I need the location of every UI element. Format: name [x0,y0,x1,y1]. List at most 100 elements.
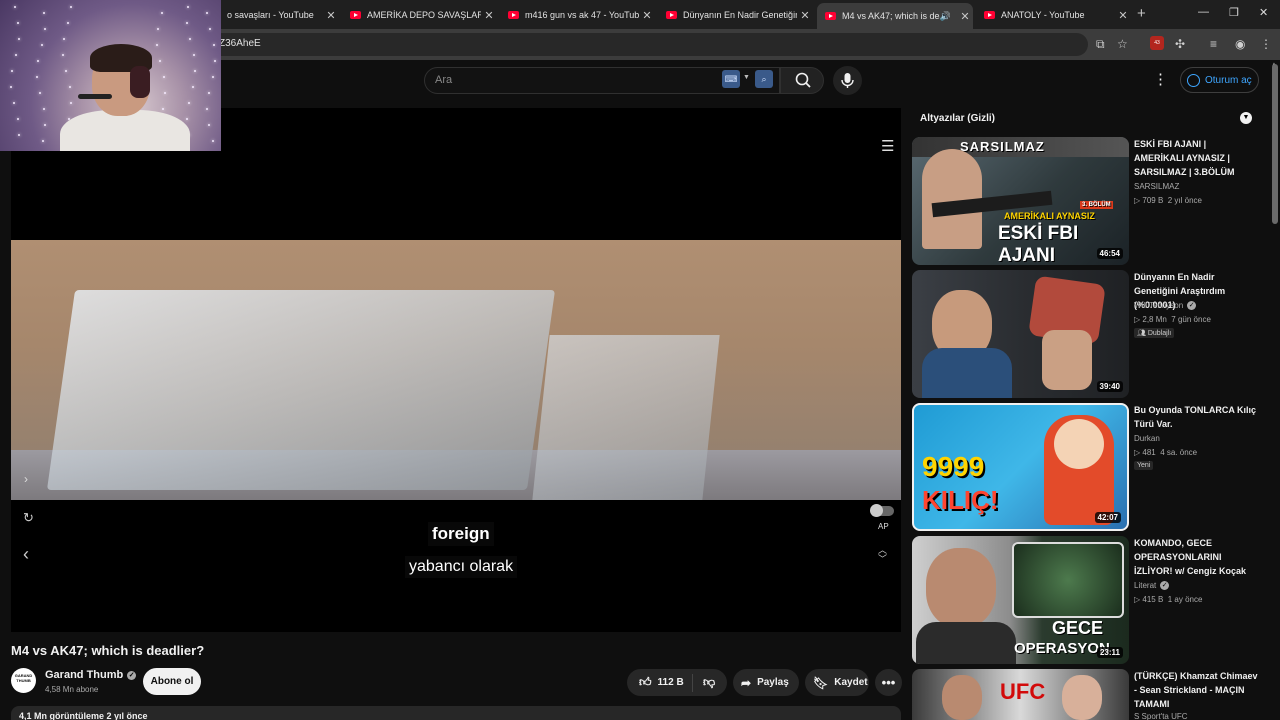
video-player[interactable]: ☰ › ↻ ‹ foreign yabancı olarak AP ︿ ﹀ [11,108,901,632]
autoplay-toggle[interactable] [870,504,894,517]
recommendation-title[interactable]: (TÜRKÇE) Khamzat Chimaev - Sean Strickla… [1134,669,1258,711]
extension-badge-icon[interactable]: 43 [1150,36,1164,50]
fairy-light [192,54,195,56]
replay-icon[interactable]: ↻ [23,510,34,526]
search-button[interactable] [780,67,824,94]
fairy-light [156,44,159,46]
recommendation-item[interactable]: GECE OPERASYON 23:11 KOMANDO, GECE OPERA… [912,536,1258,664]
more-horizontal-icon: ••• [881,675,896,690]
microphone-boom [78,94,112,99]
profile-icon[interactable]: ◉ [1235,37,1245,51]
close-icon[interactable]: ✕ [957,10,973,23]
image-search-icon[interactable]: ⌕ [755,70,773,88]
fairy-light [162,76,165,78]
recommendation-title[interactable]: Bu Oyunda TONLARCA Kılıç Türü Var. [1134,403,1258,431]
fairy-light [193,70,196,72]
dubbed-icon: 👥︎ [1137,330,1148,337]
video-thumbnail[interactable]: 9999 KILIÇ! 42:07 [912,403,1129,531]
webcam-overlay [0,0,221,151]
chevron-down-icon[interactable]: ▼ [1240,112,1252,124]
chevron-down-icon[interactable]: ▼ [743,74,750,81]
expand-updown-icon[interactable]: ︿ ﹀ [878,546,887,564]
fairy-light [62,38,65,40]
settings-menu-icon[interactable]: ⋮ [1153,70,1168,88]
voice-search-button[interactable] [833,66,862,95]
new-tab-icon[interactable]: + [1137,5,1146,22]
thumbs-down-icon: 👎︎ [703,675,716,689]
share-icon: ➦ [741,675,752,690]
save-button[interactable]: 🔖︎ Kaydet [805,669,869,696]
like-button[interactable]: 👍︎ 112 B [627,673,693,692]
video-thumbnail[interactable]: UFC [912,669,1129,720]
fairy-light [207,92,210,94]
fairy-light [14,54,17,56]
browser-tab[interactable]: o savaşları - YouTube ✕ [219,3,339,27]
extensions-puzzle-icon[interactable]: ✣ [1175,37,1185,51]
video-thumbnail[interactable]: SARSILMAZ 3. BÖLÜM AMERİKALI AYNASIZ ESK… [912,137,1129,265]
minimize-icon[interactable]: — [1198,6,1209,18]
recommendation-channel[interactable]: Durkan [1134,434,1160,443]
channel-avatar[interactable]: GARAND THUMB [11,668,36,693]
subscribe-button[interactable]: Abone ol [143,668,201,695]
dislike-button[interactable]: 👎︎ [693,675,715,690]
recommendation-item[interactable]: 9999 KILIÇ! 42:07 Bu Oyunda TONLARCA Kıl… [912,403,1258,531]
fairy-light [69,102,72,104]
thumb-text-top: SARSILMAZ [960,139,1045,154]
page-scrollbar[interactable] [1272,64,1278,224]
speaker-icon[interactable]: 🔊 [940,11,951,22]
url-text[interactable]: Z36AheE [219,38,261,49]
media-controls-icon[interactable]: ≡ [1210,37,1217,51]
close-window-icon[interactable]: ✕ [1259,6,1268,19]
fairy-light [64,70,67,72]
keyboard-icon[interactable]: ⌨ [722,70,740,88]
description-box[interactable]: 4,1 Mn görüntüleme 2 yıl önce [11,706,901,720]
recommendation-item[interactable]: SARSILMAZ 3. BÖLÜM AMERİKALI AYNASIZ ESK… [912,137,1258,265]
video-frame[interactable] [11,240,901,500]
fairy-light [186,22,189,24]
video-thumbnail[interactable]: GECE OPERASYON 23:11 [912,536,1129,664]
fairy-light [160,12,163,14]
recommendation-channel[interactable]: Will Tennyson ✓ [1134,301,1197,311]
browser-menu-icon[interactable]: ⋮ [1260,37,1272,51]
close-icon[interactable]: ✕ [639,9,655,22]
more-actions-button[interactable]: ••• [875,669,902,696]
channel-name-text[interactable]: Will Tennyson [1134,301,1183,310]
bookmark-star-icon[interactable]: ☆ [1117,37,1128,51]
gel-block-back [532,335,720,500]
chevron-left-icon[interactable]: ‹ [23,544,29,565]
chevron-right-icon[interactable]: › [24,472,28,486]
browser-tab[interactable]: Dünyanın En Nadir Genetiğini A ✕ [658,3,813,27]
browser-tab[interactable]: m416 gun vs ak 47 - YouTube ✕ [500,3,655,27]
restore-icon[interactable]: ❐ [1229,6,1239,19]
recommendation-item[interactable]: UFC (TÜRKÇE) Khamzat Chimaev - Sean Stri… [912,669,1258,720]
tab-title: Dünyanın En Nadir Genetiğini A [683,10,797,20]
video-thumbnail[interactable]: 39:40 [912,270,1129,398]
close-icon[interactable]: ✕ [323,9,339,22]
close-icon[interactable]: ✕ [481,9,497,22]
recommendation-title[interactable]: KOMANDO, GECE OPERASYONLARINI İZLİYOR! w… [1134,536,1258,578]
install-app-icon[interactable]: ⧉ [1096,37,1105,52]
channel-name[interactable]: Garand Thumb ✓ [45,669,137,681]
recommendation-item[interactable]: 39:40 Dünyanın En Nadir Genetiğini Araşt… [912,270,1258,398]
recommendation-channel[interactable]: S Sport'ta UFC [1134,712,1188,720]
search-placeholder: Ara [435,74,453,86]
share-button[interactable]: ➦ Paylaş [733,669,799,696]
view-count: 415 B [1142,595,1164,604]
signin-button[interactable]: Oturum aç [1180,67,1259,93]
browser-tab-active[interactable]: M4 vs AK47; which is deadli 🔊 ✕ [817,3,973,29]
recommendation-meta: ▷ 2,8 Mn 7 gün önce [1134,315,1211,324]
fairy-light [188,38,191,40]
channel-name-text[interactable]: Literat [1134,581,1156,590]
subscriber-count: 4,58 Mn abone [45,685,99,694]
playlist-icon[interactable]: ☰ [881,137,894,155]
recommendation-channel[interactable]: Literat ✓ [1134,581,1170,591]
browser-tab[interactable]: AMERİKA DEPO SAVAŞLARI - Y ✕ [342,3,497,27]
channel-name-text[interactable]: Garand Thumb [45,669,123,681]
captions-header[interactable]: Altyazılar (Gizli) ▼ [912,108,1258,130]
browser-tab[interactable]: ANATOLY - YouTube ✕ [976,3,1131,27]
recommendation-channel[interactable]: SARSILMAZ [1134,182,1179,191]
fairy-light [10,86,13,88]
close-icon[interactable]: ✕ [797,9,813,22]
recommendation-title[interactable]: ESKİ FBI AJANI | AMERİKALI AYNASIZ | SAR… [1134,137,1258,179]
close-icon[interactable]: ✕ [1115,9,1131,22]
